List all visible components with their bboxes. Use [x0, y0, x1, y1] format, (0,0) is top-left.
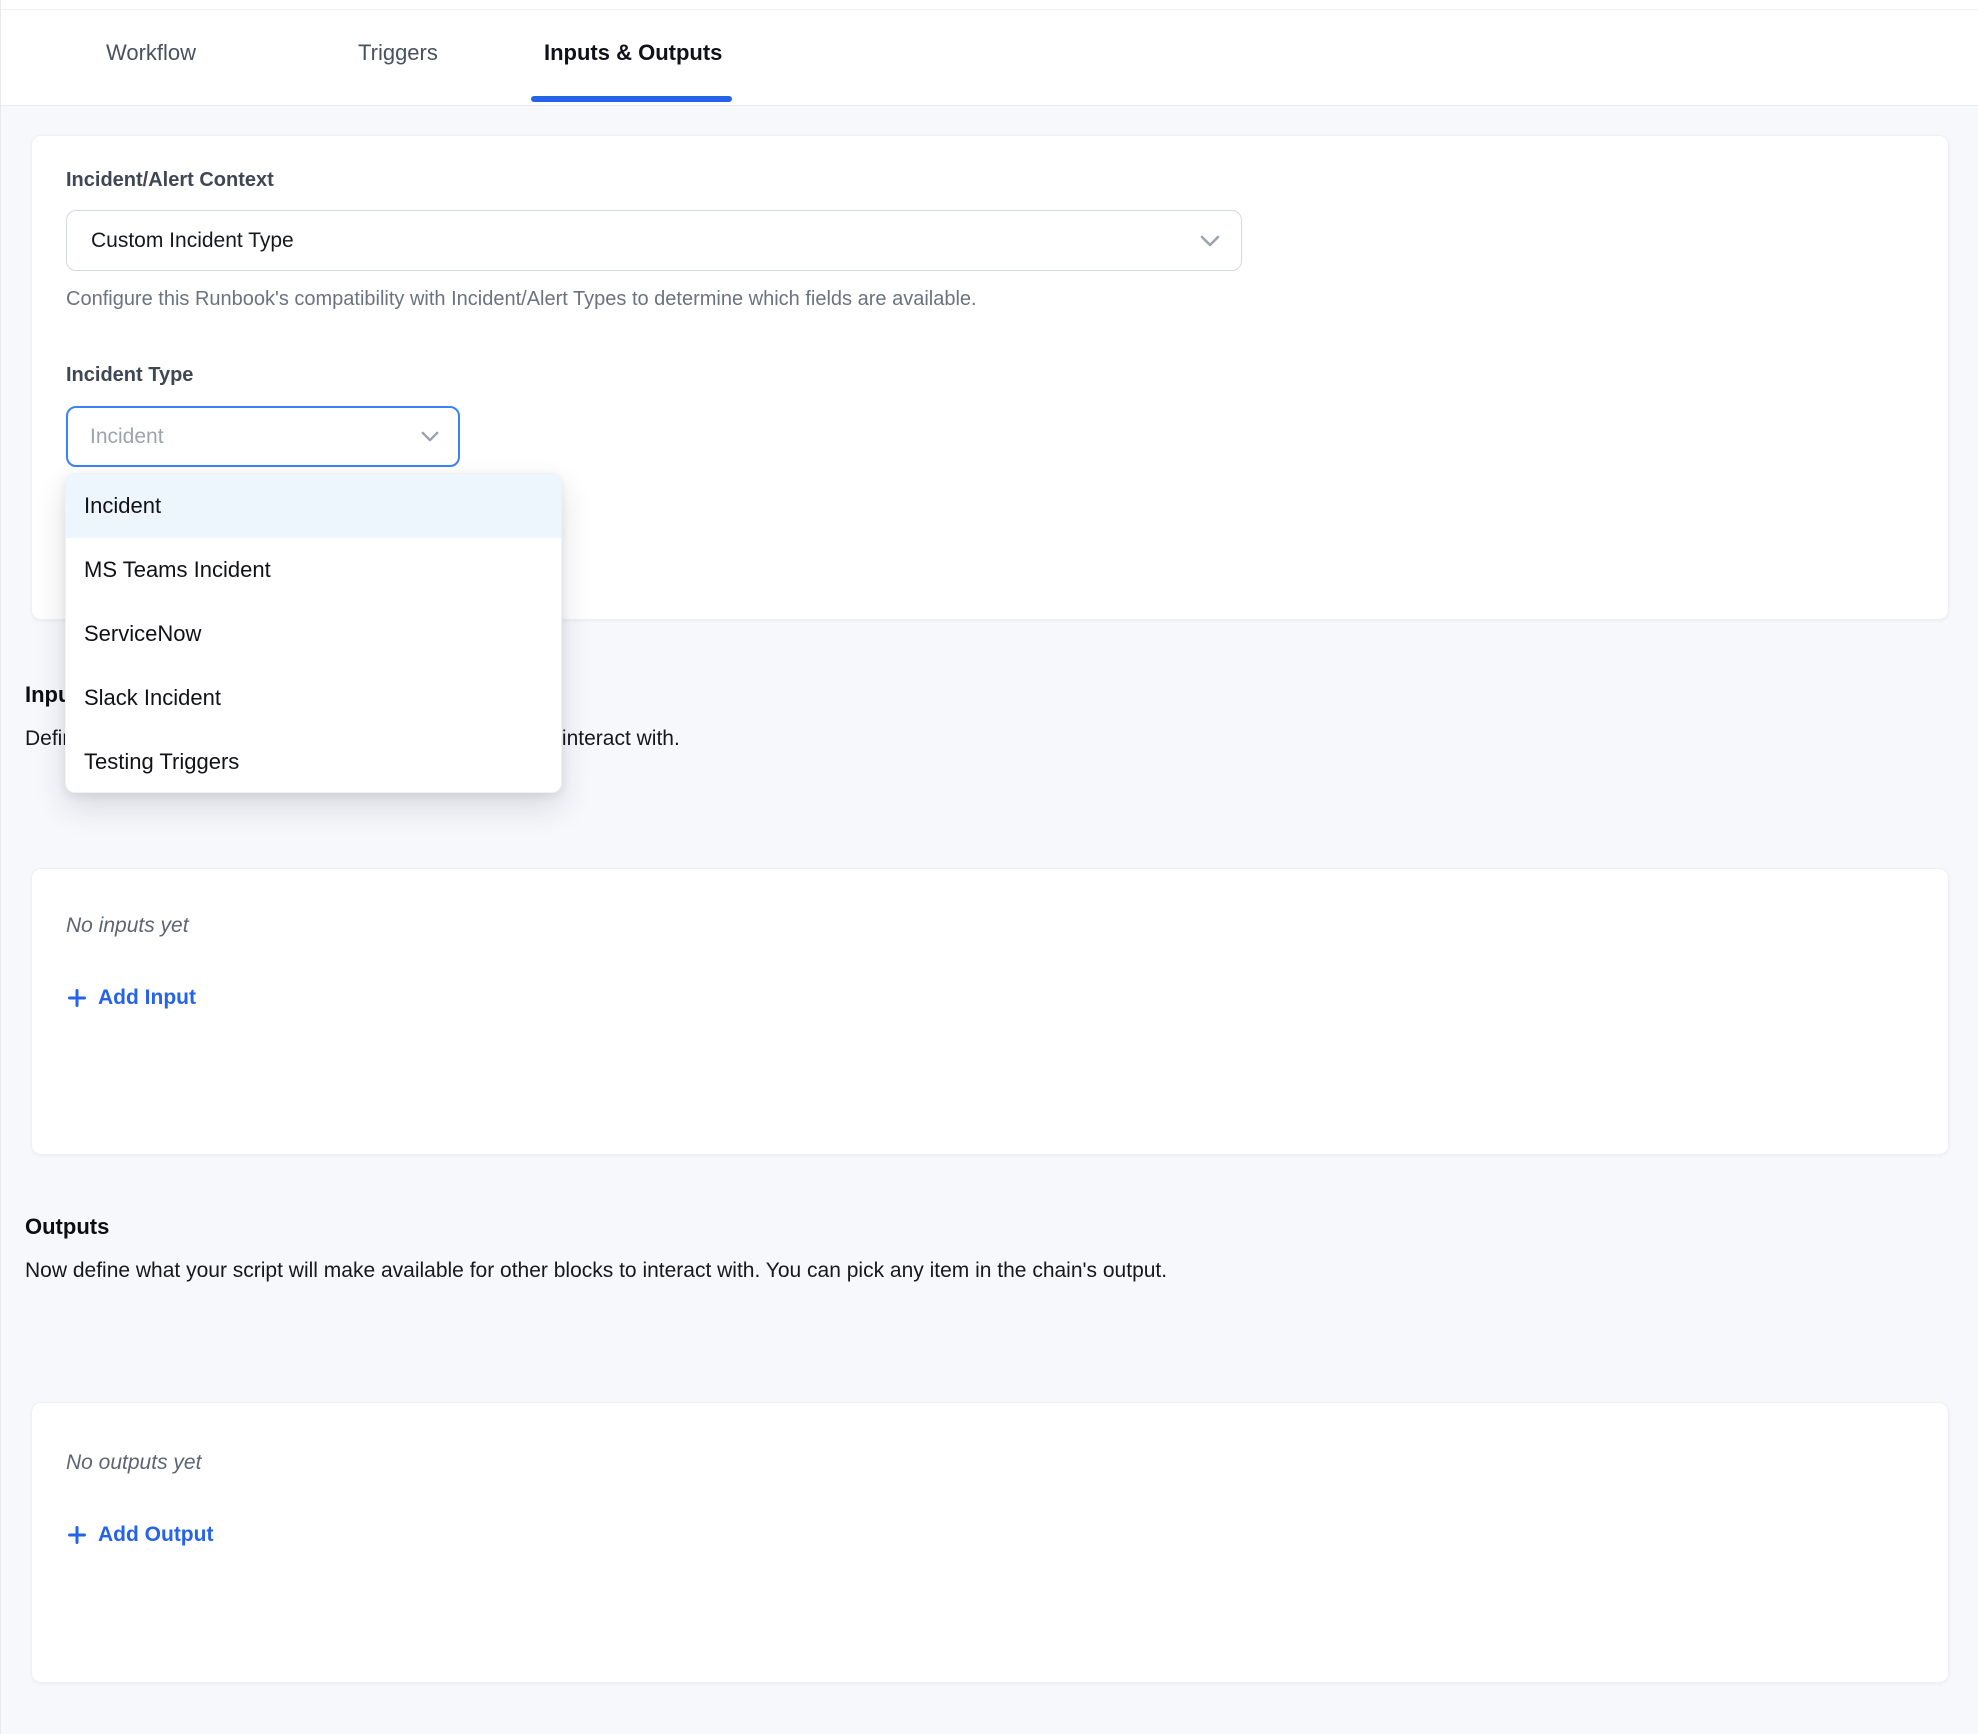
outputs-empty-state: No outputs yet [66, 1451, 201, 1475]
inputs-empty-state: No inputs yet [66, 914, 189, 938]
dropdown-option-testing-triggers[interactable]: Testing Triggers [66, 730, 561, 793]
tab-inputs-outputs-label: Inputs & Outputs [544, 40, 722, 66]
tab-inputs-outputs[interactable]: Inputs & Outputs [544, 0, 722, 105]
chevron-down-icon [1199, 234, 1221, 248]
tab-workflow-label: Workflow [106, 40, 196, 66]
incident-context-select-value: Custom Incident Type [91, 229, 294, 253]
incident-type-select-placeholder: Incident [90, 425, 164, 449]
incident-type-select[interactable]: Incident [66, 406, 460, 467]
outputs-card: No outputs yet Add Output [31, 1402, 1949, 1683]
tab-triggers-label: Triggers [358, 40, 438, 66]
plus-icon [66, 1524, 88, 1546]
tab-workflow[interactable]: Workflow [106, 0, 196, 105]
outputs-description: Now define what your script will make av… [25, 1259, 1167, 1283]
add-input-button[interactable]: Add Input [60, 982, 202, 1014]
outputs-heading: Outputs [25, 1214, 109, 1240]
tab-bar: Workflow Triggers Inputs & Outputs [1, 0, 1978, 106]
chevron-down-icon [420, 430, 440, 443]
add-output-label: Add Output [98, 1523, 213, 1547]
inputs-card: No inputs yet Add Input [31, 868, 1949, 1155]
incident-type-label: Incident Type [66, 364, 193, 387]
dropdown-option-servicenow[interactable]: ServiceNow [66, 602, 561, 666]
dropdown-option-ms-teams-incident[interactable]: MS Teams Incident [66, 538, 561, 602]
dropdown-option-incident[interactable]: Incident [66, 474, 561, 538]
incident-type-dropdown-menu: Incident MS Teams Incident ServiceNow Sl… [65, 473, 562, 793]
incident-context-help-text: Configure this Runbook's compatibility w… [66, 288, 977, 311]
plus-icon [66, 987, 88, 1009]
add-output-button[interactable]: Add Output [60, 1519, 219, 1551]
incident-context-select[interactable]: Custom Incident Type [66, 210, 1242, 271]
incident-alert-context-label: Incident/Alert Context [66, 169, 274, 192]
active-tab-underline [531, 96, 732, 102]
tab-triggers[interactable]: Triggers [358, 0, 438, 105]
dropdown-option-slack-incident[interactable]: Slack Incident [66, 666, 561, 730]
top-hairline [1, 9, 1978, 10]
add-input-label: Add Input [98, 986, 196, 1010]
